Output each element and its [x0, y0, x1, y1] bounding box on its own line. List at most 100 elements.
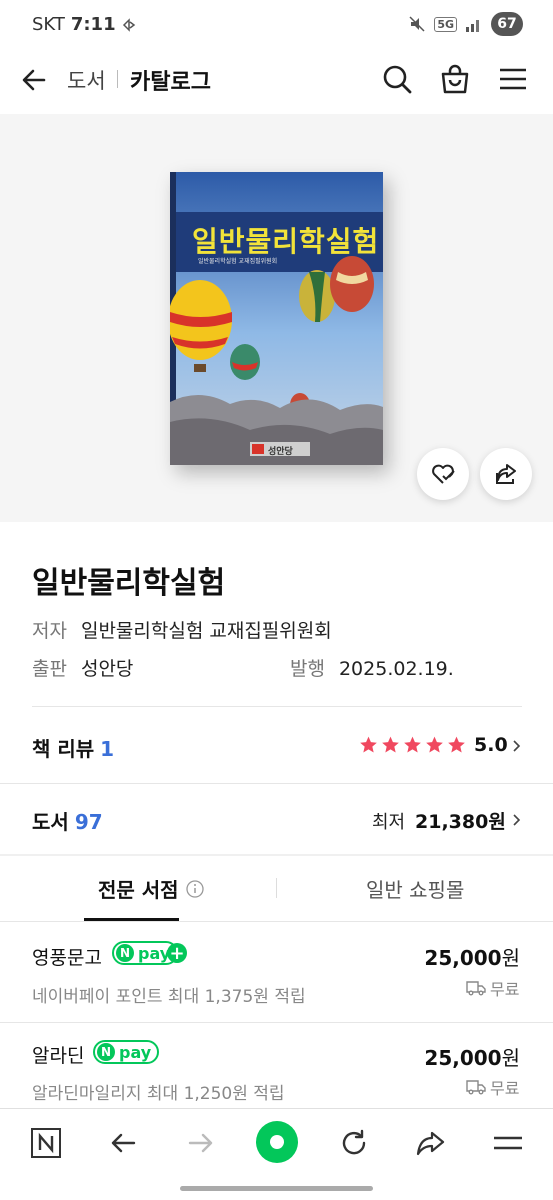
book-offers-row[interactable]: 도서 97 최저 21,380원 [0, 784, 553, 854]
seller-name: 알라딘 [32, 1045, 85, 1067]
tab-divider [276, 878, 277, 898]
star-icon [426, 736, 443, 753]
heart-check-icon [432, 464, 455, 484]
publisher-row: 출판 성안당 [32, 654, 133, 681]
clock: 7:11 [70, 14, 116, 35]
share-button[interactable] [480, 448, 532, 500]
top-header: 도서 카탈로그 [0, 50, 553, 114]
seller-price-unit: 원 [501, 946, 520, 970]
share-arrow-icon [416, 1131, 445, 1156]
green-home-button[interactable] [256, 1121, 298, 1163]
chevron-right-icon [513, 740, 521, 752]
publisher-label: 출판 [32, 658, 67, 680]
book-cover[interactable]: 일반물리학실험 일반물리학실험 교재집필위원회 성안당 [170, 172, 383, 465]
breadcrumb-books[interactable]: 도서 [67, 65, 106, 95]
book-count-title: 도서 [32, 810, 69, 834]
breadcrumb-catalog[interactable]: 카탈로그 [130, 64, 211, 96]
back-arrow-icon[interactable] [18, 64, 50, 96]
author-value[interactable]: 일반물리학실험 교재집필위원회 [81, 620, 332, 642]
review-row[interactable]: 책 리뷰 1 5.0 [0, 707, 553, 783]
arrow-left-icon [111, 1133, 136, 1153]
book-title: 일반물리학실험 [32, 566, 226, 601]
npay-text: pay [138, 943, 171, 963]
star-icon [360, 736, 377, 753]
naver-home-button[interactable] [28, 1125, 64, 1161]
seller-price-unit: 원 [501, 1046, 520, 1070]
tab-general-mall[interactable]: 일반 쇼핑몰 [366, 874, 464, 903]
star-icon [382, 736, 399, 753]
publisher-value[interactable]: 성안당 [81, 658, 133, 680]
book-cover-illustration [170, 172, 383, 465]
shipping-info: 무료 [466, 976, 519, 1000]
npay-badge: Npay [93, 1040, 160, 1064]
seller-name: 영풍문고 [32, 947, 102, 969]
seller-price-value: 25,000 [424, 946, 502, 970]
info-icon[interactable] [185, 879, 205, 899]
home-indicator [180, 1186, 373, 1191]
lowest-label: 최저 [372, 812, 406, 833]
green-dot-icon [270, 1135, 284, 1149]
forward-button[interactable] [183, 1125, 219, 1161]
naver-n-icon [31, 1128, 61, 1158]
shopping-bag-icon[interactable] [438, 62, 472, 96]
seller-row[interactable]: 알라딘 Npay 25,000원 알라딘마일리지 최대 1,250원 적립 무료 [0, 1023, 553, 1108]
seller-price: 25,000원 [400, 1042, 520, 1071]
back-button[interactable] [105, 1125, 141, 1161]
signal-icon [466, 20, 479, 32]
lowest-price: 21,380원 [415, 811, 506, 833]
author-label: 저자 [32, 620, 67, 642]
share-page-button[interactable] [412, 1125, 448, 1161]
cover-publisher: 성안당 [268, 447, 293, 457]
active-tab-indicator [84, 918, 179, 921]
carrier-label: SKT [32, 14, 65, 35]
npay-n-icon: N [97, 1043, 115, 1061]
more-menu-button[interactable] [490, 1125, 526, 1161]
npay-plus-icon: + [167, 943, 187, 964]
seller-price: 25,000원 [400, 942, 520, 971]
battery-indicator: 67 [491, 12, 523, 36]
tab-specialty-store-label: 전문 서점 [98, 878, 179, 902]
truck-icon [466, 1080, 486, 1095]
npay-text: pay [119, 1042, 152, 1062]
author-row: 저자 일반물리학실험 교재집필위원회 [32, 616, 332, 643]
refresh-button[interactable] [336, 1125, 372, 1161]
npay-n-icon: N [116, 944, 134, 962]
mute-icon [409, 16, 425, 32]
chevron-right-icon [513, 814, 521, 826]
review-title: 책 리뷰 [32, 737, 95, 761]
rating-value: 5.0 [474, 734, 508, 756]
arrow-right-icon [188, 1133, 213, 1153]
notification-icon [122, 17, 135, 32]
share-icon [496, 464, 516, 484]
seller-price-value: 25,000 [424, 1046, 502, 1070]
product-image-area: 일반물리학실험 일반물리학실험 교재집필위원회 성안당 [0, 114, 553, 522]
book-count: 97 [74, 810, 103, 834]
refresh-icon [342, 1129, 366, 1155]
breadcrumb-divider [117, 70, 118, 88]
star-icon [404, 736, 421, 753]
star-icon [448, 736, 465, 753]
search-icon[interactable] [380, 62, 414, 96]
seller-row[interactable]: 영풍문고 Npay + 25,000원 네이버페이 포인트 최대 1,375원 … [0, 922, 553, 1022]
publish-date-row: 발행 2025.02.19. [290, 654, 454, 681]
shipping-fee: 무료 [490, 1079, 520, 1098]
cover-subtitle: 일반물리학실험 교재집필위원회 [198, 258, 278, 265]
tab-specialty-store[interactable]: 전문 서점 [98, 874, 205, 903]
menu-lines-icon [494, 1136, 522, 1150]
hamburger-menu-icon[interactable] [496, 62, 530, 96]
shipping-fee: 무료 [490, 980, 520, 999]
truck-icon [466, 981, 486, 996]
shipping-info: 무료 [466, 1075, 519, 1099]
cover-title: 일반물리학실험 [192, 225, 380, 258]
wishlist-button[interactable] [417, 448, 469, 500]
network-label: 5G [434, 16, 457, 32]
publish-date-value: 2025.02.19. [338, 658, 454, 680]
review-label: 책 리뷰 1 [32, 733, 114, 762]
seller-point-note: 알라딘마일리지 최대 1,250원 적립 [32, 1084, 285, 1104]
status-bar: SKT 7:11 5G 67 [0, 0, 553, 50]
book-count-label: 도서 97 [32, 806, 103, 835]
review-count: 1 [100, 737, 115, 761]
seller-point-note: 네이버페이 포인트 최대 1,375원 적립 [32, 987, 306, 1007]
publish-date-label: 발행 [290, 658, 325, 680]
tab-general-mall-label: 일반 쇼핑몰 [366, 878, 465, 902]
